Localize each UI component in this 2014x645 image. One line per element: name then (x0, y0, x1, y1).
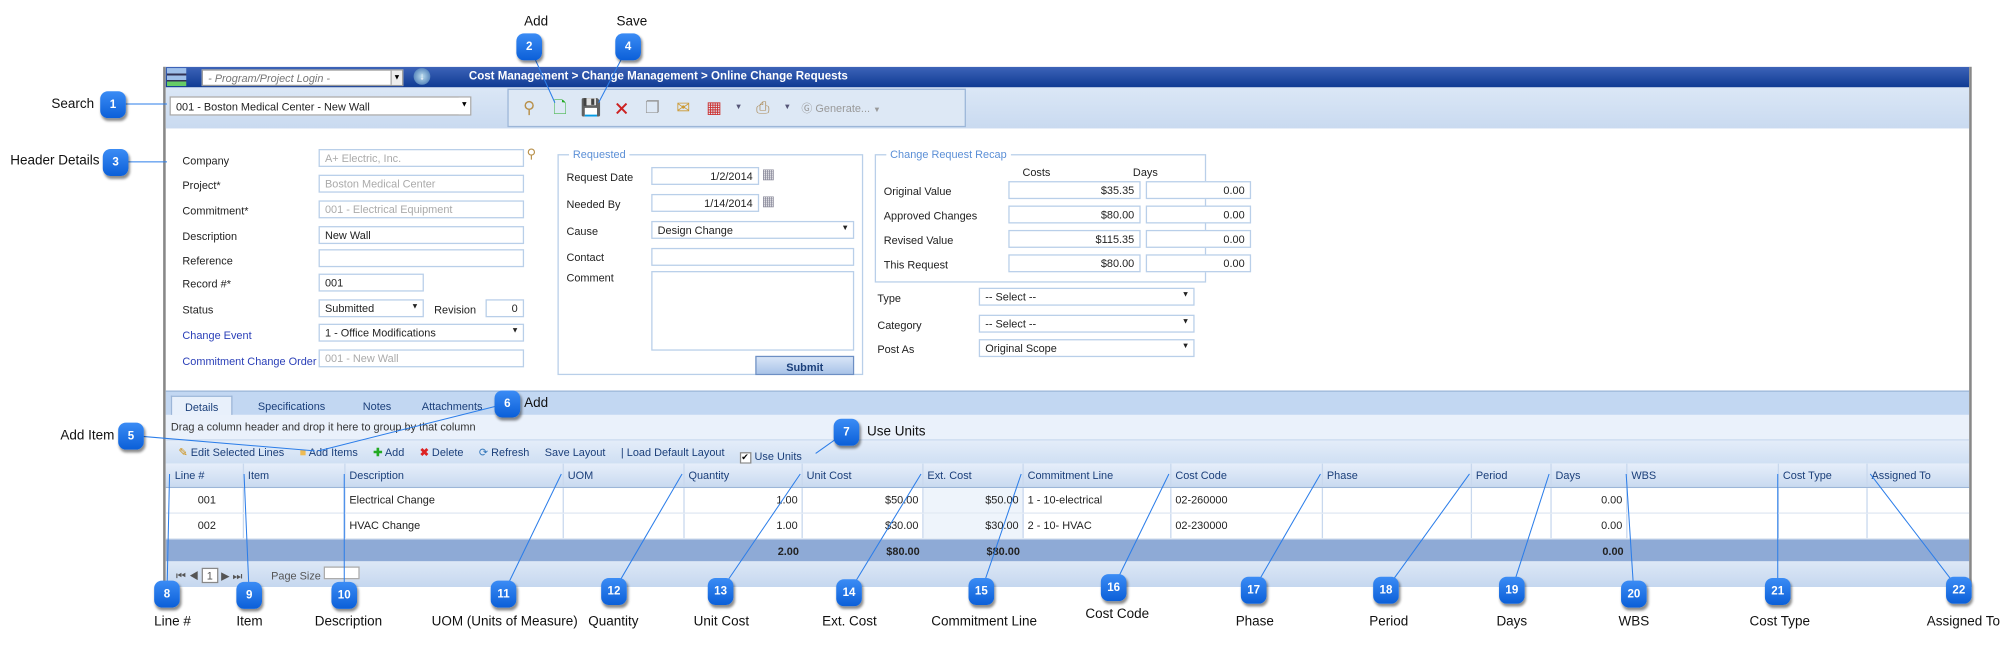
callout-label: Add (524, 395, 549, 412)
callout-badge: 5 (118, 422, 144, 450)
callout-badge: 17 (1240, 576, 1267, 604)
callout-label: WBS (1618, 613, 1650, 630)
leader-line (720, 473, 801, 592)
callout-label: Description (314, 613, 383, 630)
callout-badge: 3 (102, 149, 129, 176)
callout-badge: 19 (1499, 576, 1525, 604)
callout-label: Add (524, 14, 549, 30)
leader-line (848, 473, 922, 593)
callout-label: Period (1369, 613, 1409, 630)
callout-label: Phase (1235, 613, 1274, 630)
callout-leader-lines (113, 46, 1960, 595)
callout-label: Use Units (867, 423, 926, 440)
leader-line (318, 402, 508, 452)
callout-badge: 2 (516, 33, 543, 61)
callout-label: Add Item (60, 427, 115, 444)
callout-badge: 21 (1764, 578, 1791, 605)
leader-line (613, 473, 683, 592)
callout-label: UOM (Units of Measure) (431, 613, 578, 630)
leader-line (130, 434, 315, 452)
leader-line (980, 473, 1022, 592)
callout-label: Line # (154, 613, 191, 630)
callout-badge: 13 (707, 578, 734, 605)
leader-line (503, 473, 562, 594)
callout-badge: 18 (1373, 576, 1399, 604)
leader-line (1113, 473, 1170, 588)
callout-label: Item (236, 613, 263, 630)
callout-label: Save (616, 14, 648, 30)
callout-label: Header Details (10, 152, 100, 169)
callout-badge: 10 (331, 581, 358, 609)
callout-badge: 14 (836, 579, 862, 607)
callout-label: Days (1496, 613, 1528, 630)
leader-line (1511, 473, 1550, 590)
callout-badge: 16 (1100, 574, 1127, 602)
callout-badge: 6 (494, 390, 521, 418)
leader-line (166, 473, 171, 594)
leader-line (1625, 473, 1635, 594)
callout-badge: 15 (968, 578, 995, 605)
callout-label: Assigned To (1926, 613, 2000, 630)
leader-line (243, 473, 250, 595)
leader-line (1869, 473, 1960, 590)
callout-badge: 1 (100, 91, 126, 119)
leader-line (1385, 473, 1470, 590)
callout-badge: 9 (236, 581, 263, 609)
callout-badge: 4 (615, 33, 641, 61)
callout-badge: 11 (490, 580, 517, 608)
annotated-screenshot: - Program/Project Login - ▼ ↓ Cost Manage… (0, 0, 2014, 645)
callout-label: Ext. Cost (822, 613, 877, 630)
callout-label: Cost Type (1749, 613, 1810, 630)
callout-label: Search (51, 96, 95, 112)
callout-badge: 22 (1946, 576, 1972, 604)
callout-label: Commitment Line (931, 613, 1037, 630)
callout-badge: 20 (1621, 580, 1647, 608)
callout-label: Quantity (588, 613, 639, 630)
callout-badge: 12 (601, 578, 627, 605)
leader-line (1253, 473, 1321, 590)
callout-label: Unit Cost (693, 613, 750, 630)
callout-badge: 8 (154, 580, 180, 608)
callout-badge: 7 (833, 418, 860, 446)
callout-label: Cost Code (1085, 606, 1150, 622)
